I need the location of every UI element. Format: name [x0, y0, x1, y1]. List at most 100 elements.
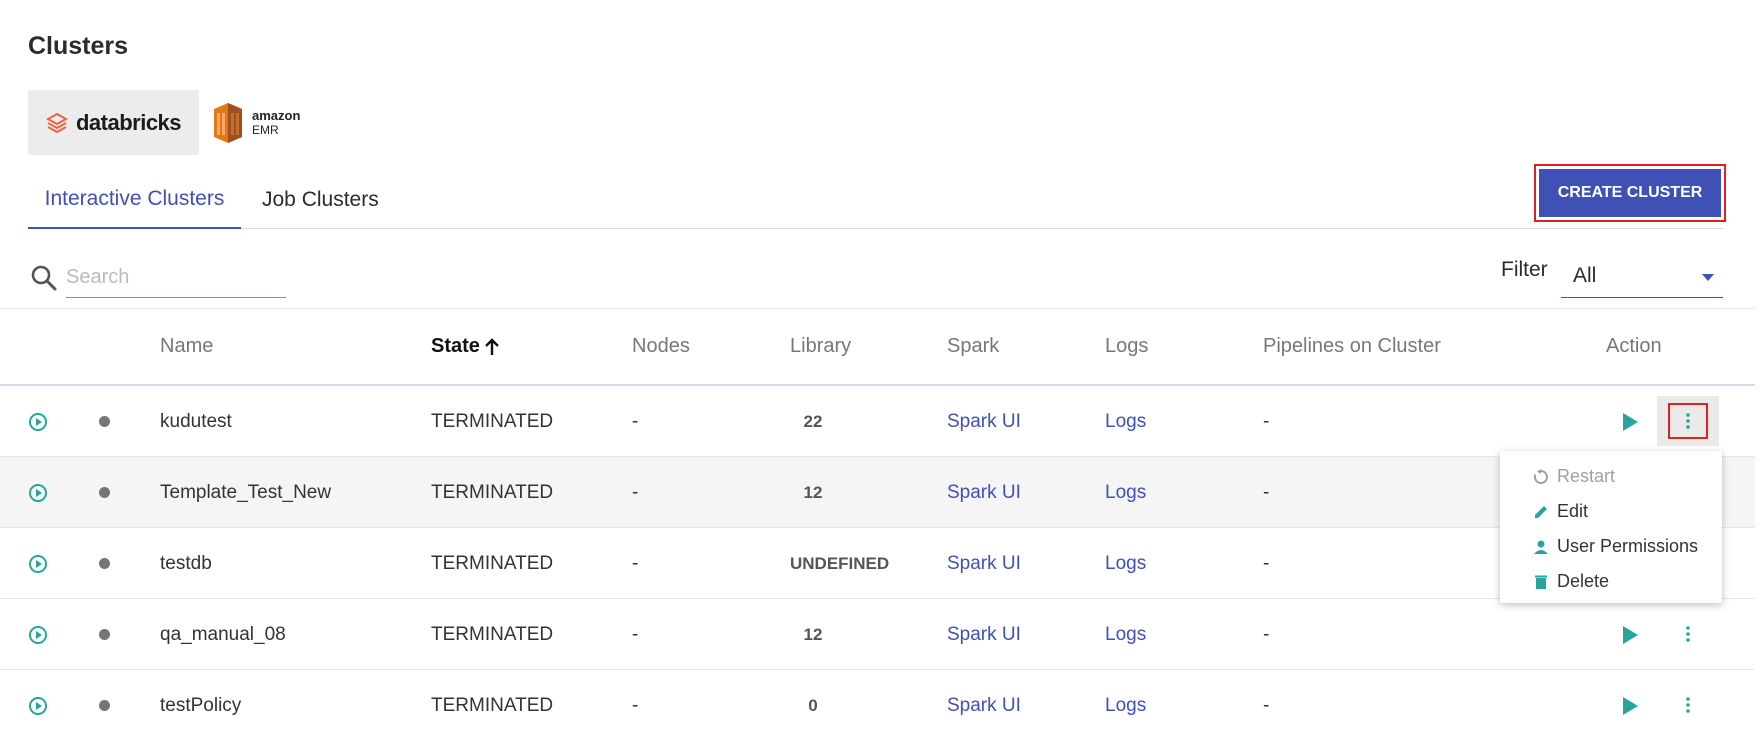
emr-logo-icon	[214, 102, 242, 143]
menu-item-restart-label: Restart	[1557, 466, 1616, 486]
column-pipelines: Pipelines on Cluster	[1263, 335, 1441, 357]
play-circle-icon	[29, 554, 47, 573]
spark-ui-link[interactable]: Spark UI	[947, 386, 1021, 457]
trash-icon	[1535, 575, 1547, 589]
cluster-nodes: -	[632, 552, 639, 574]
start-cluster-button[interactable]	[1621, 386, 1639, 457]
menu-item-edit[interactable]: Edit	[1500, 494, 1722, 529]
table-header: Name State Nodes Library Spark Logs Pipe…	[0, 308, 1755, 386]
sort-ascending-icon	[485, 337, 499, 355]
filter-label: Filter	[1501, 258, 1548, 281]
table-row: qa_manual_08 TERMINATED - 12 Spark UI Lo…	[0, 599, 1755, 670]
cluster-library: UNDEFINED	[790, 553, 890, 573]
cluster-state: TERMINATED	[431, 410, 554, 432]
tab-job-clusters[interactable]: Job Clusters	[262, 170, 379, 229]
column-nodes: Nodes	[632, 335, 690, 357]
restart-icon	[1533, 468, 1548, 484]
databricks-wordmark: databricks	[75, 109, 182, 135]
filter-select[interactable]: All	[1561, 255, 1723, 298]
table-row: kudutest TERMINATED - 22 Spark UI Logs -	[0, 386, 1755, 457]
emr-product: EMR	[252, 122, 279, 137]
cluster-pipelines: -	[1263, 481, 1270, 503]
column-state[interactable]: State	[431, 335, 500, 358]
cluster-state: TERMINATED	[431, 694, 554, 716]
expand-row-button[interactable]	[28, 386, 48, 457]
cluster-name: testPolicy	[160, 694, 242, 716]
start-cluster-button[interactable]	[1621, 599, 1639, 670]
cluster-name: Template_Test_New	[160, 481, 332, 503]
more-actions-button[interactable]	[1657, 609, 1719, 659]
logs-link[interactable]: Logs	[1105, 670, 1146, 739]
databricks-logo-icon	[45, 112, 68, 133]
cluster-state: TERMINATED	[431, 481, 554, 503]
emr-brand: amazon	[252, 107, 301, 123]
menu-item-user-permissions[interactable]: User Permissions	[1500, 529, 1722, 564]
spark-ui-link[interactable]: Spark UI	[947, 457, 1021, 528]
tab-interactive-clusters[interactable]: Interactive Clusters	[28, 170, 241, 229]
expand-row-button[interactable]	[28, 599, 48, 670]
cluster-name: testdb	[160, 552, 212, 574]
status-dot	[99, 457, 110, 528]
filter-selected-value: All	[1573, 264, 1597, 287]
play-circle-icon	[29, 696, 47, 715]
play-icon	[1623, 412, 1638, 431]
logs-link[interactable]: Logs	[1105, 528, 1146, 599]
start-cluster-button[interactable]	[1621, 670, 1639, 739]
column-name[interactable]: Name	[160, 335, 213, 358]
more-vertical-icon	[1686, 413, 1690, 429]
cluster-pipelines: -	[1263, 694, 1270, 716]
user-icon	[1534, 540, 1548, 554]
emr-provider[interactable]: amazon EMR	[208, 90, 318, 155]
cluster-name: kudutest	[160, 410, 232, 432]
status-indicator	[99, 487, 110, 498]
cluster-library: 12	[803, 482, 823, 502]
logs-link[interactable]: Logs	[1105, 457, 1146, 528]
cluster-nodes: -	[632, 623, 639, 645]
cluster-state: TERMINATED	[431, 552, 554, 574]
databricks-provider[interactable]: databricks	[28, 90, 199, 155]
play-icon	[1623, 696, 1638, 715]
table-row: Template_Test_New TERMINATED - 12 Spark …	[0, 457, 1755, 528]
cluster-nodes: -	[632, 481, 639, 503]
cluster-nodes: -	[632, 410, 639, 432]
status-dot	[99, 386, 110, 457]
cluster-pipelines: -	[1263, 410, 1270, 432]
create-cluster-button[interactable]: CREATE CLUSTER	[1534, 164, 1726, 222]
cluster-nodes: -	[632, 694, 639, 716]
cluster-pipelines: -	[1263, 552, 1270, 574]
spark-ui-link[interactable]: Spark UI	[947, 599, 1021, 670]
status-indicator	[99, 629, 110, 640]
status-dot	[99, 670, 110, 739]
search-icon	[31, 265, 57, 291]
more-actions-button[interactable]	[1657, 396, 1719, 446]
table-row: testPolicy TERMINATED - 0 Spark UI Logs …	[0, 670, 1755, 739]
expand-row-button[interactable]	[28, 457, 48, 528]
play-circle-icon	[29, 625, 47, 644]
column-action: Action	[1606, 335, 1662, 357]
status-dot	[99, 528, 110, 599]
menu-item-delete[interactable]: Delete	[1500, 564, 1722, 599]
menu-item-user-permissions-label: User Permissions	[1557, 536, 1699, 556]
play-circle-icon	[29, 412, 47, 431]
actions-menu: Restart Edit User Permissions Delete	[1500, 451, 1722, 603]
menu-item-delete-label: Delete	[1557, 571, 1610, 591]
expand-row-button[interactable]	[28, 670, 48, 739]
caret-down-icon	[1702, 274, 1714, 281]
search-input[interactable]	[66, 257, 286, 298]
page-title: Clusters	[28, 32, 129, 60]
spark-ui-link[interactable]: Spark UI	[947, 670, 1021, 739]
expand-row-button[interactable]	[28, 528, 48, 599]
status-indicator	[99, 558, 110, 569]
column-spark: Spark	[947, 335, 1000, 357]
logs-link[interactable]: Logs	[1105, 599, 1146, 670]
logs-link[interactable]: Logs	[1105, 386, 1146, 457]
column-state-label: State	[431, 335, 480, 357]
play-circle-icon	[29, 483, 47, 502]
more-actions-button[interactable]	[1657, 680, 1719, 730]
status-indicator	[99, 416, 110, 427]
spark-ui-link[interactable]: Spark UI	[947, 528, 1021, 599]
more-vertical-icon	[1686, 697, 1690, 713]
more-vertical-icon	[1686, 626, 1690, 642]
cluster-pipelines: -	[1263, 623, 1270, 645]
cluster-state: TERMINATED	[431, 623, 554, 645]
